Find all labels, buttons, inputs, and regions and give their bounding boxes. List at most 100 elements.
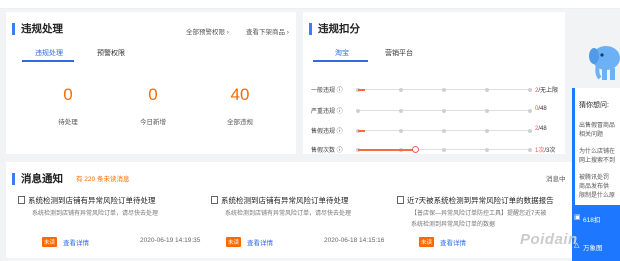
progress-tick — [485, 87, 489, 92]
penalty-current: 1次 — [535, 148, 545, 154]
title-accent-bar — [309, 22, 312, 35]
message-title: 系统检测到店铺有异常风险订单待处理 — [18, 195, 203, 206]
penalty-row-label: 严重违规 ⓘ — [311, 109, 343, 115]
penalty-row-label: 售假违规 ⓘ — [311, 129, 343, 135]
penalty-progress-fill — [358, 148, 415, 151]
help-question-2[interactable]: 为什么店铺在 — [579, 146, 620, 155]
message-desc-line2: 系统检测到异常风险订单的数据 — [411, 222, 496, 228]
help-link-618[interactable]: 618扣 — [583, 214, 600, 224]
penalty-header: 违规扣分 — [309, 21, 360, 36]
pending-count[interactable]: 0 — [38, 85, 98, 105]
pending-label: 待处理 — [58, 119, 78, 126]
unread-badge: 未读 — [226, 237, 242, 247]
message-desc: 系统检测到店铺有异常风险订单，请尽快去处理 — [32, 211, 159, 217]
penalty-row-value: 0/48 — [535, 106, 547, 112]
document-icon — [18, 196, 25, 204]
penalty-progress-fill — [358, 88, 365, 91]
violations-header: 违规处理 — [12, 21, 63, 36]
tab-violation-handling[interactable]: 违规处理 — [34, 48, 64, 58]
messages-panel: 消息通知 有 220 条未读消息 消息中 系统检测到店铺有异常风险订单待处理 系… — [6, 162, 572, 258]
penalty-progress-track — [356, 128, 532, 133]
progress-tick — [442, 128, 446, 133]
watermark: Poidain — [520, 231, 578, 248]
active-tab-underline — [313, 60, 368, 62]
progress-tick — [528, 128, 532, 133]
penalty-max: /48 — [538, 106, 547, 112]
view-detail-link[interactable]: 查看详情 — [440, 237, 466, 247]
elephant-mascot-icon[interactable] — [588, 40, 620, 84]
penalty-panel: 违规扣分 淘宝 营销平台 一般违规 ⓘ 2/无上限严重违规 ⓘ 0/48 售假违规 ⓘ… — [303, 12, 565, 154]
help-link-wanxiang[interactable]: 万象图 — [583, 242, 603, 252]
help-bottom-bar: ▣ 618扣 △ 万象图 — [572, 205, 620, 261]
help-question-1-cont[interactable]: 相关问题 — [579, 129, 620, 138]
unread-badge: 未读 — [42, 237, 58, 247]
violations-title: 违规处理 — [21, 23, 63, 35]
help-question-1[interactable]: 出售假冒商品 — [579, 120, 620, 129]
progress-tick — [485, 128, 489, 133]
messages-title: 消息通知 — [21, 173, 63, 185]
all-violations-count[interactable]: 40 — [210, 85, 270, 105]
message-item[interactable]: 系统检测到店铺有异常风险订单待处理 系统检测到店铺有异常风险订单，请尽快去处理 … — [18, 195, 203, 255]
penalty-row-value: 1次/3次 — [535, 145, 555, 154]
message-desc: 系统检测到店铺有异常风险订单，请尽快去处理 — [225, 211, 352, 217]
view-detail-link[interactable]: 查看详情 — [247, 237, 273, 247]
penalty-progress-track — [356, 108, 532, 113]
all-violations-label: 全部违规 — [227, 119, 253, 126]
message-title: 系统检测到店铺有异常风险订单待处理 — [211, 195, 396, 206]
all-warning-rules-link[interactable]: 全部预警权限 › — [186, 26, 229, 36]
message-time: 2020-06-18 14:15:16 — [324, 237, 385, 244]
help-question-3-cont2[interactable]: 限制是什么原 — [579, 190, 620, 199]
today-new-label: 今日新增 — [140, 119, 166, 126]
penalty-row-label: 一般违规 ⓘ — [311, 88, 343, 94]
penalty-row-value: 2/无上限 — [535, 85, 558, 94]
progress-tick — [399, 87, 403, 92]
tab-warning-rules[interactable]: 预警权限 — [96, 48, 126, 58]
top-strip — [0, 0, 620, 9]
report-icon: ▣ — [574, 214, 581, 221]
progress-tick — [356, 108, 360, 113]
message-title: 近7天被系统检测到异常风险订单的数据报告 — [397, 195, 572, 206]
progress-tick — [399, 108, 403, 113]
progress-tick — [442, 147, 446, 152]
messages-header: 消息通知 — [12, 171, 63, 186]
penalty-progress-fill — [358, 129, 365, 132]
tab-marketing-platform[interactable]: 营销平台 — [381, 48, 417, 58]
document-icon — [211, 196, 218, 204]
penalty-row-value: 2/48 — [535, 126, 547, 132]
message-item[interactable]: 系统检测到店铺有异常风险订单待处理 系统检测到店铺有异常风险订单，请尽快去处理 … — [211, 195, 396, 255]
help-title: 猜你想问: — [579, 102, 609, 109]
progress-tick — [528, 108, 532, 113]
message-time: 2020-06-19 14:19:35 — [140, 237, 201, 244]
progress-tick — [528, 147, 532, 152]
message-title-text: 近7天被系统检测到异常风险订单的数据报告 — [407, 196, 554, 205]
title-accent-bar — [12, 172, 15, 185]
penalty-title: 违规扣分 — [318, 23, 360, 35]
document-icon — [397, 196, 404, 204]
penalty-progress-track — [356, 145, 532, 153]
penalty-max: /3次 — [544, 148, 556, 154]
today-new-count[interactable]: 0 — [123, 85, 183, 105]
progress-tick — [485, 147, 489, 152]
help-question-2-cont[interactable]: 网上搜索不到 — [579, 155, 620, 164]
message-desc: 【普店保—异常风险订单防控工具】提醒您近7天被 — [411, 211, 547, 217]
active-tab-underline — [22, 60, 74, 62]
progress-tick — [528, 87, 532, 92]
title-accent-bar — [12, 22, 15, 35]
message-title-text: 系统检测到店铺有异常风险订单待处理 — [221, 196, 349, 205]
progress-tick — [485, 108, 489, 113]
progress-tick — [442, 87, 446, 92]
view-removed-goods-link[interactable]: 查看下架商品 › — [246, 26, 289, 36]
unread-badge: 未读 — [419, 237, 435, 247]
penalty-progress-track — [356, 87, 532, 92]
help-question-3[interactable]: 被腾讯处罚 — [579, 172, 620, 181]
message-title-text: 系统检测到店铺有异常风险订单待处理 — [28, 196, 156, 205]
help-question-3-cont[interactable]: 商品发布供 — [579, 181, 620, 190]
penalty-progress-knob — [411, 145, 419, 153]
progress-tick — [442, 108, 446, 113]
unread-count[interactable]: 有 220 条未读消息 — [76, 173, 129, 183]
penalty-max: /无上限 — [538, 88, 559, 94]
violations-panel: 违规处理 全部预警权限 › 查看下架商品 › 违规处理 预警权限 0 待处理 0… — [6, 12, 296, 154]
tab-taobao[interactable]: 淘宝 — [327, 48, 357, 58]
view-detail-link[interactable]: 查看详情 — [63, 237, 89, 247]
message-center-link[interactable]: 消息中 — [546, 173, 566, 183]
